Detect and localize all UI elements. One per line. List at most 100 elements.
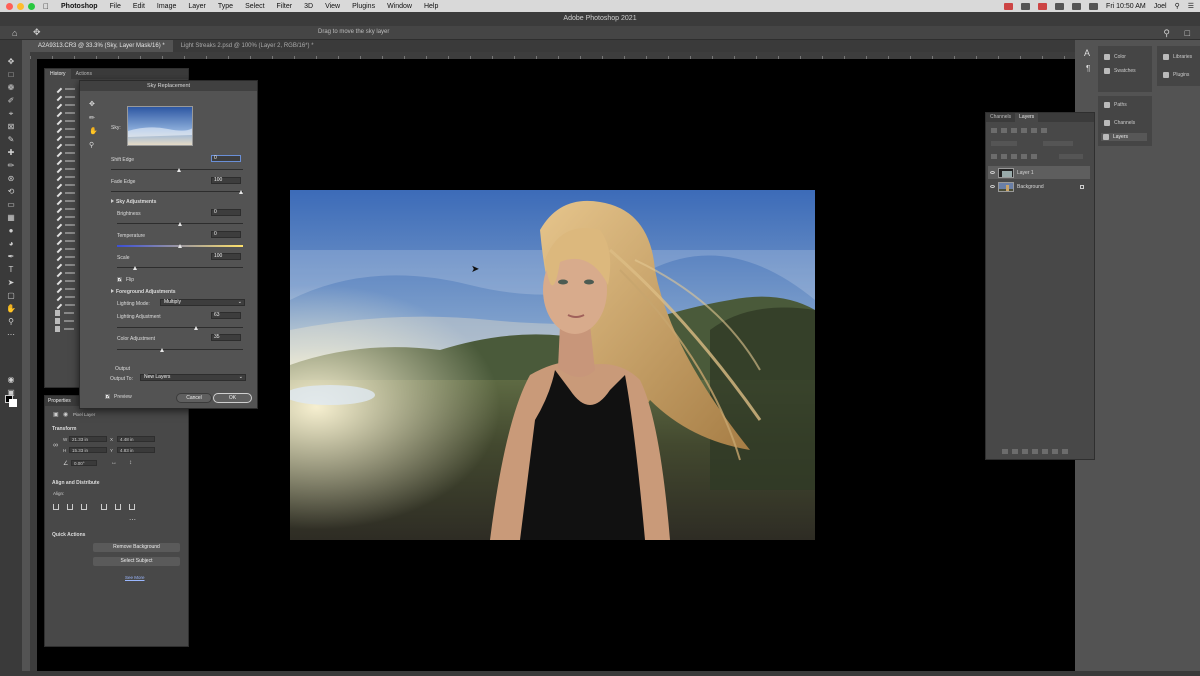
- type-tool-icon[interactable]: T: [6, 266, 16, 274]
- flip-checkbox[interactable]: ✓: [117, 277, 122, 283]
- y-field[interactable]: 4.83 in: [117, 447, 155, 453]
- fill-field[interactable]: [1059, 154, 1083, 159]
- sky-adjustments-heading[interactable]: Sky Adjustments: [111, 199, 156, 205]
- search-icon[interactable]: ⚲: [1175, 2, 1180, 10]
- screen-mode-icon[interactable]: ▣: [6, 389, 16, 397]
- quick-mask-icon[interactable]: ◉: [6, 376, 16, 384]
- close-window-button[interactable]: [6, 2, 13, 10]
- lock-brush-icon[interactable]: [1001, 154, 1007, 159]
- dock-channels[interactable]: Channels: [1104, 120, 1135, 126]
- align-top-icon[interactable]: [101, 504, 107, 510]
- more-tools-icon[interactable]: ⋯: [6, 331, 16, 339]
- align-right-icon[interactable]: [81, 504, 87, 510]
- adjustment-layer-icon[interactable]: [1032, 449, 1038, 454]
- minimize-window-button[interactable]: [17, 2, 24, 10]
- menu-edit[interactable]: Edit: [127, 3, 151, 10]
- menu-3d[interactable]: 3D: [298, 3, 319, 10]
- tab-history[interactable]: History: [45, 69, 71, 79]
- menu-window[interactable]: Window: [381, 3, 418, 10]
- fade-edge-value[interactable]: 100: [211, 177, 241, 184]
- add-mask-icon[interactable]: [1022, 449, 1028, 454]
- new-group-icon[interactable]: [1042, 449, 1048, 454]
- more-options-icon[interactable]: ⋯: [129, 516, 136, 524]
- blend-mode-select[interactable]: [991, 141, 1017, 146]
- scale-slider-thumb[interactable]: [133, 266, 137, 270]
- temperature-slider-thumb[interactable]: [178, 244, 182, 248]
- output-to-select[interactable]: New Layers ⌄: [140, 374, 246, 381]
- shape-tool-icon[interactable]: ▢: [6, 292, 16, 300]
- see-more-link[interactable]: See More: [125, 575, 145, 580]
- x-field[interactable]: 4.48 in: [117, 436, 155, 442]
- visibility-eye-icon[interactable]: [990, 171, 995, 174]
- shape-filter-icon[interactable]: [1031, 128, 1037, 133]
- pixel-filter-icon[interactable]: [1001, 128, 1007, 133]
- type-filter-icon[interactable]: [1021, 128, 1027, 133]
- shift-edge-slider-thumb[interactable]: [177, 168, 181, 172]
- fade-edge-slider[interactable]: [111, 191, 243, 192]
- menu-image[interactable]: Image: [151, 3, 182, 10]
- sky-brush-tool-icon[interactable]: ✏: [89, 114, 95, 122]
- dock-layers[interactable]: Layers: [1101, 133, 1147, 141]
- opacity-field[interactable]: [1043, 141, 1073, 146]
- delete-layer-icon[interactable]: [1062, 449, 1068, 454]
- color-adjustment-value[interactable]: 35: [211, 334, 241, 341]
- zoom-window-button[interactable]: [28, 2, 35, 10]
- smart-filter-icon[interactable]: [1041, 128, 1047, 133]
- sky-move-tool-icon[interactable]: ✥: [89, 100, 95, 108]
- menu-view[interactable]: View: [319, 3, 346, 10]
- align-middle-icon[interactable]: [115, 504, 121, 510]
- lighting-adjustment-slider-thumb[interactable]: [194, 326, 198, 330]
- flip-horizontal-icon[interactable]: ↔: [111, 460, 117, 466]
- move-tool-icon[interactable]: ✥: [6, 58, 16, 66]
- align-left-icon[interactable]: [53, 504, 59, 510]
- layer-row-layer-1[interactable]: Layer 1: [988, 166, 1090, 179]
- character-panel-icon[interactable]: A: [1084, 48, 1090, 58]
- lock-pixels-icon[interactable]: [991, 154, 997, 159]
- temperature-value[interactable]: 0: [211, 231, 241, 238]
- quick-actions-heading[interactable]: Quick Actions: [52, 532, 85, 538]
- lock-position-icon[interactable]: [1011, 154, 1017, 159]
- lighting-adjustment-value[interactable]: 63: [211, 312, 241, 319]
- dodge-tool-icon[interactable]: ◕: [6, 240, 16, 248]
- lighting-adjustment-slider[interactable]: [117, 327, 243, 328]
- select-subject-button[interactable]: Select Subject: [93, 557, 180, 566]
- remove-background-button[interactable]: Remove Background: [93, 543, 180, 552]
- scale-value[interactable]: 100: [211, 253, 241, 260]
- dock-color[interactable]: Color: [1104, 54, 1126, 60]
- status-icon-2[interactable]: [1021, 2, 1031, 10]
- background-color-swatch[interactable]: [9, 399, 17, 407]
- dock-libraries[interactable]: Libraries: [1163, 54, 1192, 60]
- cancel-button[interactable]: Cancel: [176, 393, 212, 403]
- control-center-icon[interactable]: ☰: [1188, 2, 1194, 10]
- lasso-tool-icon[interactable]: ❁: [6, 84, 16, 92]
- menu-select[interactable]: Select: [239, 3, 270, 10]
- workspace-icon[interactable]: □: [1185, 28, 1190, 38]
- width-field[interactable]: 21.33 in: [69, 436, 107, 442]
- flip-vertical-icon[interactable]: ↕: [129, 460, 132, 466]
- shift-edge-value[interactable]: 0: [211, 155, 241, 162]
- menu-layer[interactable]: Layer: [182, 3, 212, 10]
- eraser-tool-icon[interactable]: ▭: [6, 201, 16, 209]
- wifi-icon[interactable]: [1072, 2, 1082, 10]
- apple-menu-icon[interactable]: : [43, 2, 49, 11]
- tab-channels[interactable]: Channels: [986, 113, 1015, 122]
- menu-plugins[interactable]: Plugins: [346, 3, 381, 10]
- status-icon-3[interactable]: [1038, 2, 1048, 10]
- menu-filter[interactable]: Filter: [271, 3, 299, 10]
- adjustment-filter-icon[interactable]: [1011, 128, 1017, 133]
- menu-app[interactable]: Photoshop: [55, 3, 104, 10]
- fx-icon[interactable]: [1012, 449, 1018, 454]
- lighting-mode-select[interactable]: Multiply ⌄: [160, 299, 245, 306]
- menu-help[interactable]: Help: [418, 3, 444, 10]
- dock-paths[interactable]: Paths: [1104, 102, 1127, 108]
- brightness-slider-thumb[interactable]: [178, 222, 182, 226]
- dock-swatches[interactable]: Swatches: [1104, 68, 1136, 74]
- layer-row-background[interactable]: Background: [988, 180, 1090, 193]
- hand-tool-icon[interactable]: ✋: [6, 305, 16, 313]
- brush-tool-icon[interactable]: ✏: [6, 162, 16, 170]
- align-heading[interactable]: Align and Distribute: [52, 480, 100, 486]
- healing-brush-icon[interactable]: ✚: [6, 149, 16, 157]
- align-bottom-icon[interactable]: [129, 504, 135, 510]
- dock-plugins[interactable]: Plugins: [1163, 72, 1189, 78]
- height-field[interactable]: 15.33 in: [69, 447, 107, 453]
